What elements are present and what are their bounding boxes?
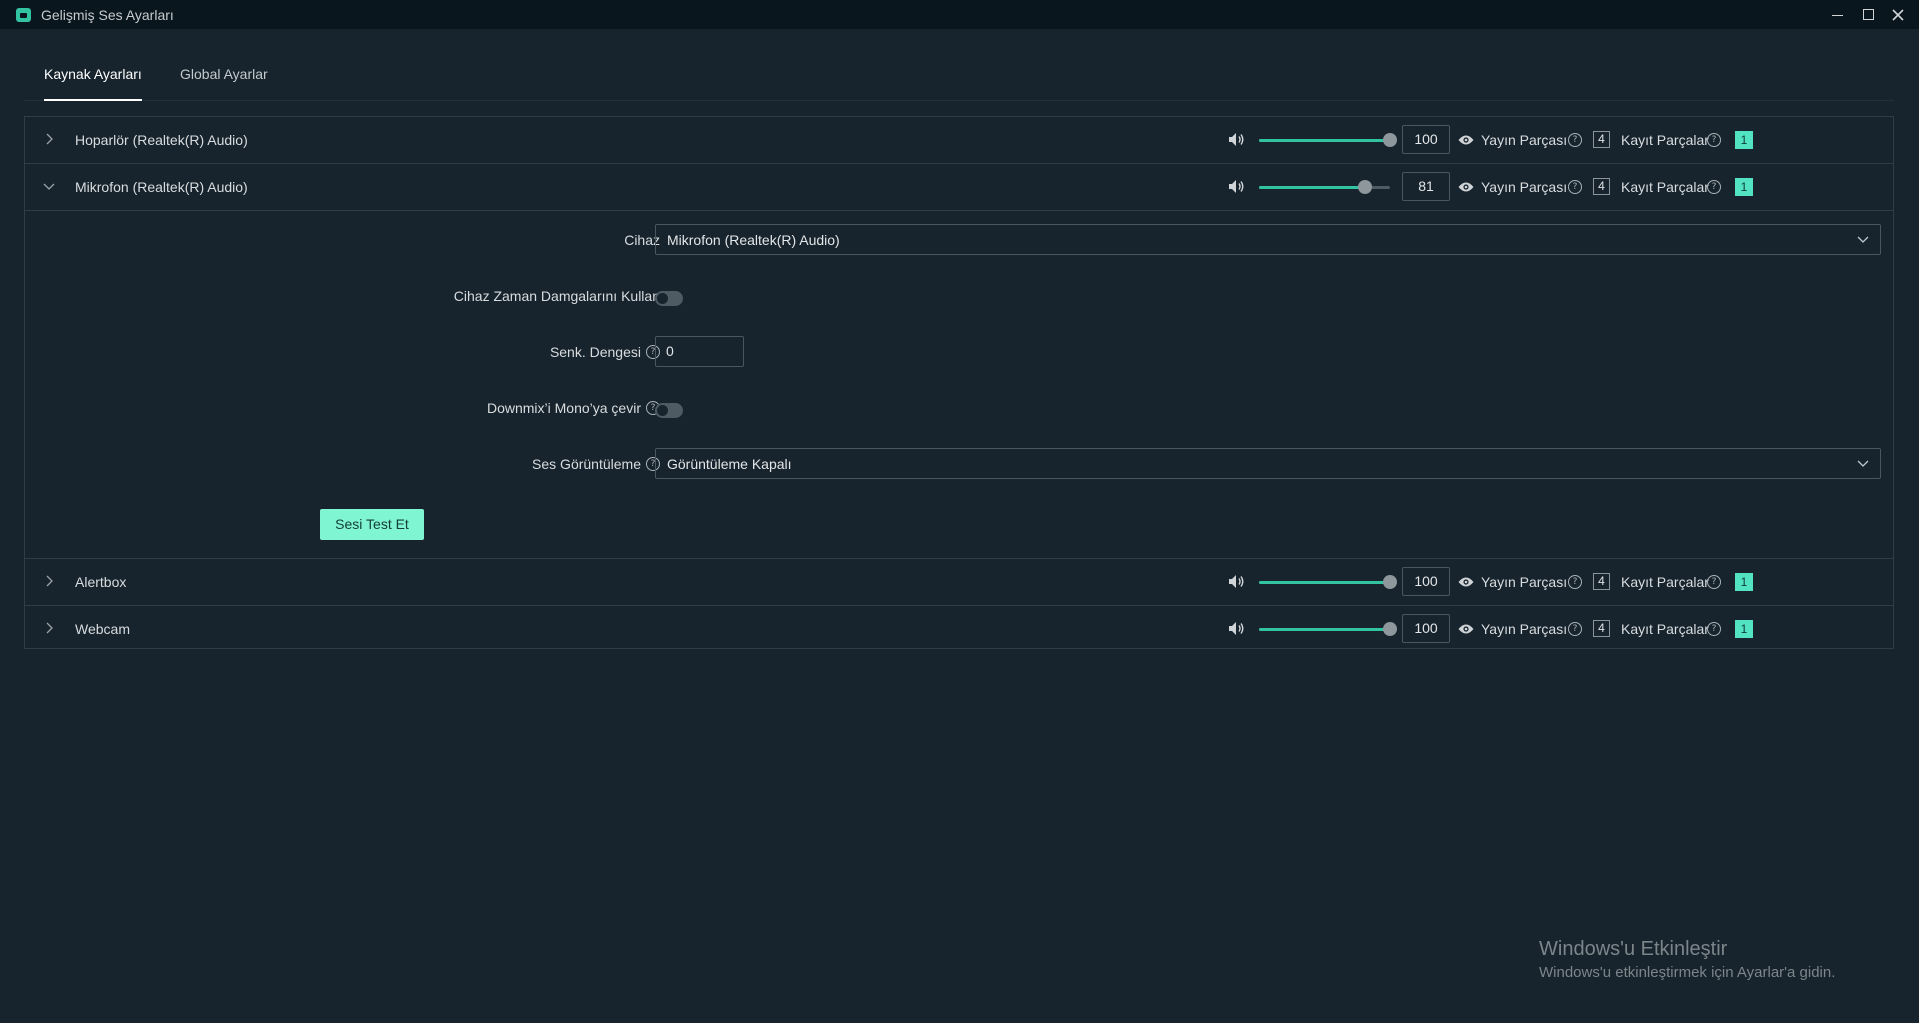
test-audio-button[interactable]: Sesi Test Et — [320, 509, 424, 540]
device-select-value: Mikrofon (Realtek(R) Audio) — [667, 232, 840, 248]
eye-icon[interactable] — [1458, 181, 1474, 193]
chevron-down-icon — [1857, 236, 1869, 243]
source-name[interactable]: Hoparlör (Realtek(R) Audio) — [75, 132, 248, 148]
record-track-label: Kayıt Parçalar — [1621, 179, 1709, 195]
activation-watermark-subtitle: Windows'u etkinleştirmek için Ayarlar'a … — [1539, 964, 1836, 981]
volume-slider-handle[interactable] — [1383, 622, 1397, 636]
chevron-right-icon[interactable] — [41, 131, 57, 147]
volume-input[interactable]: 100 — [1402, 614, 1450, 643]
sync-offset-label-text: Senk. Dengesi — [549, 344, 641, 360]
minimize-icon — [1831, 15, 1843, 16]
help-icon[interactable]: ? — [1707, 180, 1721, 194]
help-icon[interactable]: ? — [1707, 133, 1721, 147]
volume-icon[interactable] — [1228, 132, 1245, 147]
chevron-right-icon[interactable] — [41, 573, 57, 589]
volume-slider[interactable] — [1259, 575, 1397, 589]
help-icon[interactable]: ? — [1568, 575, 1582, 589]
tab-bar: Kaynak Ayarları Global Ayarlar — [24, 58, 1894, 101]
eye-icon[interactable] — [1458, 576, 1474, 588]
stream-track-badge[interactable]: 4 — [1593, 178, 1610, 195]
stream-track-badge[interactable]: 4 — [1593, 131, 1610, 148]
monitoring-select-value: Görüntüleme Kapalı — [667, 456, 792, 472]
record-track-badge[interactable]: 1 — [1735, 131, 1753, 149]
volume-input[interactable]: 81 — [1402, 172, 1450, 201]
volume-slider-fill — [1259, 628, 1390, 631]
source-row-microphone: Mikrofon (Realtek(R) Audio) 81 Yayın Par… — [25, 164, 1893, 211]
volume-icon[interactable] — [1228, 179, 1245, 194]
activation-watermark-title: Windows'u Etkinleştir — [1539, 938, 1728, 960]
volume-slider[interactable] — [1259, 133, 1397, 147]
stream-track-label: Yayın Parçası — [1481, 132, 1568, 148]
help-icon[interactable]: ? — [1568, 133, 1582, 147]
volume-slider[interactable] — [1259, 180, 1390, 194]
stream-track-label: Yayın Parçası — [1481, 574, 1568, 590]
stream-track-label: Yayın Parçası — [1481, 179, 1568, 195]
device-select[interactable]: Mikrofon (Realtek(R) Audio) — [655, 224, 1881, 255]
help-icon[interactable]: ? — [1707, 575, 1721, 589]
monitoring-select[interactable]: Görüntüleme Kapalı — [655, 448, 1881, 479]
help-icon[interactable]: ? — [1568, 180, 1582, 194]
eye-icon[interactable] — [1458, 134, 1474, 146]
volume-slider-handle[interactable] — [1383, 575, 1397, 589]
volume-icon[interactable] — [1228, 621, 1245, 636]
close-icon — [1892, 8, 1904, 21]
chevron-down-icon — [1857, 460, 1869, 467]
source-list: Hoparlör (Realtek(R) Audio) 100 Yayın Pa… — [24, 116, 1894, 649]
chevron-down-icon[interactable] — [41, 178, 57, 194]
record-track-label: Kayıt Parçalar — [1621, 621, 1709, 637]
source-name[interactable]: Mikrofon (Realtek(R) Audio) — [75, 179, 248, 195]
downmix-label: Downmix’i Mono’ya çevir ? — [487, 400, 660, 416]
window-title: Gelişmiş Ses Ayarları — [41, 7, 174, 23]
source-name[interactable]: Webcam — [75, 621, 130, 637]
downmix-toggle[interactable] — [655, 403, 683, 418]
tab-global-settings[interactable]: Global Ayarlar — [180, 66, 268, 99]
record-track-badge[interactable]: 1 — [1735, 573, 1753, 591]
toggle-knob — [657, 405, 668, 416]
title-bar: Gelişmiş Ses Ayarları — [0, 0, 1919, 29]
microphone-settings: Cihaz Mikrofon (Realtek(R) Audio) Cihaz … — [25, 210, 1893, 559]
record-track-label: Kayıt Parçalar — [1621, 132, 1709, 148]
volume-icon[interactable] — [1228, 574, 1245, 589]
downmix-label-text: Downmix’i Mono’ya çevir — [486, 400, 641, 416]
help-icon[interactable]: ? — [1568, 622, 1582, 636]
close-button[interactable] — [1883, 0, 1913, 29]
timestamps-label-text: Cihaz Zaman Damgalarını Kullan — [453, 288, 660, 304]
volume-input[interactable]: 100 — [1402, 125, 1450, 154]
volume-slider-fill — [1259, 581, 1390, 584]
volume-slider-fill — [1259, 186, 1365, 189]
monitoring-label-text: Ses Görüntüleme — [532, 456, 641, 472]
maximize-icon — [1862, 9, 1874, 20]
volume-slider-handle[interactable] — [1358, 180, 1372, 194]
stream-track-label: Yayın Parçası — [1481, 621, 1568, 637]
toggle-knob — [657, 293, 668, 304]
source-row-alertbox: Alertbox 100 Yayın Parçası ? 4 Kayıt Par… — [25, 559, 1893, 606]
stream-track-badge[interactable]: 4 — [1593, 620, 1610, 637]
volume-input[interactable]: 100 — [1402, 567, 1450, 596]
monitoring-label: Ses Görüntüleme ? — [532, 456, 660, 472]
minimize-button[interactable] — [1822, 0, 1852, 29]
source-row-webcam: Webcam 100 Yayın Parçası ? 4 Kayıt Parça… — [25, 606, 1893, 652]
app-icon — [16, 8, 31, 22]
eye-icon[interactable] — [1458, 623, 1474, 635]
record-track-badge[interactable]: 1 — [1735, 178, 1753, 196]
sync-offset-input[interactable]: 0 — [655, 336, 744, 367]
stream-track-badge[interactable]: 4 — [1593, 573, 1610, 590]
record-track-label: Kayıt Parçalar — [1621, 574, 1709, 590]
maximize-button[interactable] — [1853, 0, 1883, 29]
help-icon[interactable]: ? — [1707, 622, 1721, 636]
tab-source-settings[interactable]: Kaynak Ayarları — [44, 66, 142, 101]
source-name[interactable]: Alertbox — [75, 574, 126, 590]
volume-slider-handle[interactable] — [1383, 133, 1397, 147]
timestamps-toggle[interactable] — [655, 291, 683, 306]
timestamps-label: Cihaz Zaman Damgalarını Kullan — [454, 288, 660, 304]
record-track-badge[interactable]: 1 — [1735, 620, 1753, 638]
source-row-speaker: Hoparlör (Realtek(R) Audio) 100 Yayın Pa… — [25, 117, 1893, 164]
volume-slider-fill — [1259, 139, 1390, 142]
chevron-right-icon[interactable] — [41, 620, 57, 636]
volume-slider[interactable] — [1259, 622, 1397, 636]
sync-offset-label: Senk. Dengesi ? — [550, 344, 660, 360]
